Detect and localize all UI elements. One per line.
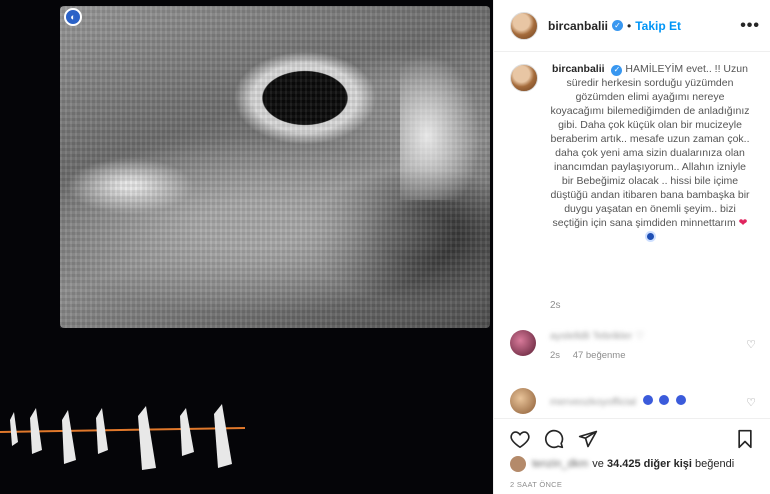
doppler-peaks: [10, 404, 232, 470]
liker-username[interactable]: tenzin_dkm: [532, 458, 588, 470]
verified-badge-icon: ✓: [611, 64, 623, 76]
post-date: 2 SAAT ÖNCE: [510, 480, 563, 489]
comment-text: Tebrikler ♡: [592, 330, 645, 342]
liker-avatar[interactable]: [510, 456, 526, 472]
comment-item: ayslelldli Tebrikler ♡ 2s 47 beğenme: [510, 330, 762, 361]
caption-time: 2s: [550, 300, 561, 311]
post-actions: [494, 418, 770, 458]
separator-dot: •: [627, 18, 632, 33]
verified-badge-icon: ✓: [612, 20, 624, 31]
post-media[interactable]: ◐: [0, 0, 493, 494]
like-button[interactable]: [506, 425, 534, 453]
blue-circle-icon: [675, 395, 686, 405]
evil-eye-icon: [644, 231, 656, 242]
share-button[interactable]: [574, 425, 602, 453]
share-icon: [578, 430, 598, 447]
likes-count[interactable]: 34.425 diğer kişi: [607, 458, 692, 470]
doppler-waveform: [0, 404, 246, 470]
comment-icon: [545, 429, 564, 448]
save-button[interactable]: [731, 425, 759, 453]
comment-meta: 2s 47 beğenme: [550, 350, 644, 361]
post-sidebar: bircanbalii ✓ • Takip Et ••• bircanbalii…: [493, 0, 770, 494]
likes-summary: tenzin_dkm ve 34.425 diğer kişi beğendi: [510, 456, 734, 472]
bookmark-icon: [738, 429, 752, 448]
commenter-username[interactable]: merveozkoyofficial: [550, 396, 636, 408]
commenter-avatar[interactable]: [510, 330, 536, 356]
caption-block: bircanbalii ✓ HAMİLEYİM evet.. !! Uzun s…: [494, 62, 770, 244]
caption-username[interactable]: bircanbalii: [552, 63, 605, 75]
comment-time: 2s: [550, 350, 561, 361]
red-heart-icon: ❤: [738, 217, 748, 229]
caption-avatar[interactable]: [510, 64, 538, 92]
comment-heart-icon[interactable]: ♡: [746, 338, 756, 351]
comment-heart-icon[interactable]: ♡: [746, 396, 756, 409]
scanner-logo-icon: ◐: [64, 8, 82, 26]
post-header: bircanbalii ✓ • Takip Et •••: [494, 0, 770, 52]
commenter-username[interactable]: ayslelldli: [550, 330, 590, 342]
heart-icon: [510, 430, 530, 448]
caption-text: bircanbalii ✓ HAMİLEYİM evet.. !! Uzun s…: [550, 62, 750, 244]
blue-circle-icon: [642, 395, 653, 405]
caption-body: HAMİLEYİM evet.. !! Uzun süredir herkesi…: [550, 63, 750, 229]
follow-button[interactable]: Takip Et: [635, 19, 681, 33]
likes-and: ve: [592, 458, 604, 470]
comment-likes[interactable]: 47 beğenme: [573, 350, 626, 361]
comment-button[interactable]: [540, 425, 568, 453]
comment-item: merveozkoyofficial: [510, 388, 762, 414]
light-glare: [400, 40, 490, 200]
author-username[interactable]: bircanbalii: [548, 19, 608, 33]
commenter-avatar[interactable]: [510, 388, 536, 414]
likes-suffix: beğendi: [695, 458, 735, 470]
author-avatar[interactable]: [510, 11, 538, 40]
blue-circle-icon: [659, 395, 670, 405]
more-icon[interactable]: •••: [740, 17, 760, 35]
